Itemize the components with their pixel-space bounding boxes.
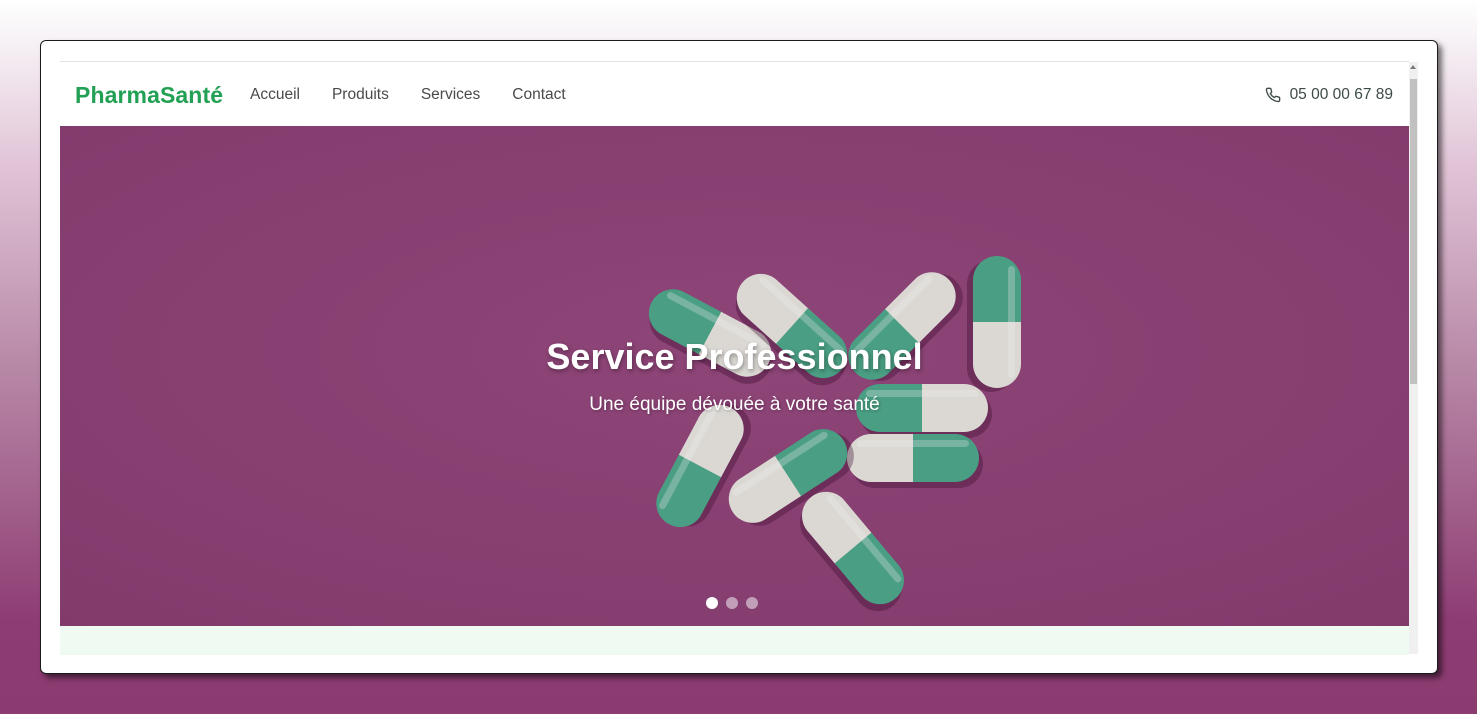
next-section [60,626,1409,655]
phone-contact[interactable]: 05 00 00 67 89 [1265,86,1393,104]
scroll-up-arrow-icon[interactable] [1410,65,1416,69]
carousel-dot-2[interactable] [726,597,738,609]
browser-window: PharmaSanté Accueil Produits Services Co… [40,40,1438,674]
nav-link-accueil[interactable]: Accueil [250,86,300,104]
brand-logo[interactable]: PharmaSanté [75,82,223,109]
nav-link-services[interactable]: Services [421,86,480,104]
nav-link-produits[interactable]: Produits [332,86,389,104]
hero-subtitle: Une équipe dévouée à votre santé [589,394,880,415]
vertical-scrollbar[interactable] [1409,62,1418,654]
hero-title: Service Professionnel [546,336,923,377]
carousel-indicators [706,597,758,609]
nav-links: Accueil Produits Services Contact [250,86,598,104]
hero-carousel: Service Professionnel Une équipe dévouée… [60,126,1409,626]
phone-icon [1265,87,1281,103]
phone-number: 05 00 00 67 89 [1289,86,1393,103]
nav-link-contact[interactable]: Contact [512,86,565,104]
navbar: PharmaSanté Accueil Produits Services Co… [60,62,1409,126]
page-viewport: PharmaSanté Accueil Produits Services Co… [60,61,1409,655]
carousel-dot-1[interactable] [706,597,718,609]
carousel-dot-3[interactable] [746,597,758,609]
scroll-thumb[interactable] [1410,79,1417,384]
